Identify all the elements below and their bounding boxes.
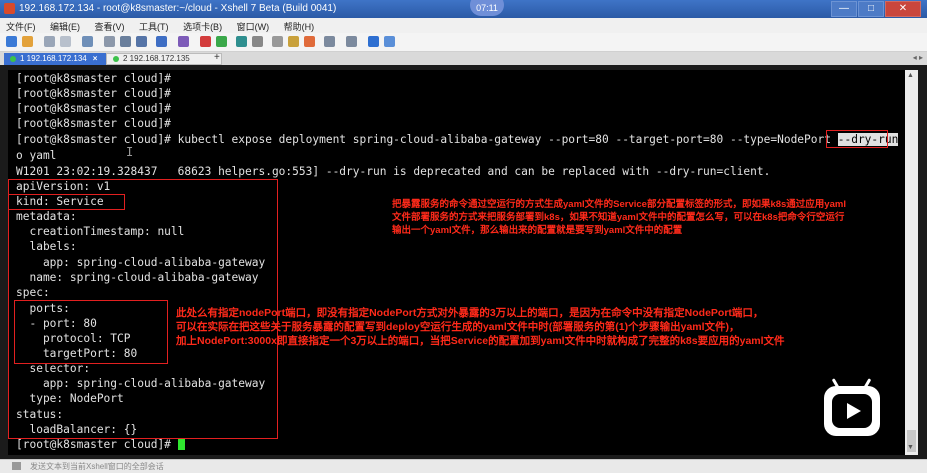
annotation-line: 加上NodePort:3000x即直接指定一个3万以上的端口，当把Service… (176, 335, 785, 347)
tab-label: 1 192.168.172.134 (20, 54, 87, 63)
terminal-line: [root@k8smaster cloud]# (16, 117, 171, 130)
terminal-command-line: [root@k8smaster cloud]# kubectl expose d… (16, 133, 905, 147)
globe-icon[interactable] (156, 36, 167, 47)
tab-session-1[interactable]: 1 192.168.172.134 × (4, 53, 112, 65)
tile-icon[interactable] (346, 36, 357, 47)
window-controls: — □ ✕ (830, 1, 921, 17)
terminal-cursor (177, 438, 185, 450)
tab-label: 2 192.168.172.135 (123, 54, 190, 63)
disconnect-icon[interactable] (60, 36, 71, 47)
compose-icon[interactable] (304, 36, 315, 47)
annotation-middle: 此处么有指定nodePort端口，即没有指定NodePort方式对外暴露的3万以… (176, 306, 785, 348)
add-tab-button[interactable]: + (214, 53, 224, 63)
open-folder-icon[interactable] (22, 36, 33, 47)
scroll-up-icon[interactable]: ▲ (907, 72, 914, 79)
connected-dot-icon (10, 55, 16, 62)
close-button[interactable]: ✕ (885, 1, 921, 17)
menu-tools[interactable]: 工具(T) (133, 18, 175, 33)
script-icon[interactable] (288, 36, 299, 47)
menu-window[interactable]: 窗口(W) (231, 18, 276, 33)
annotation-line: 文件部署服务的方式来把服务部署到k8s，如果不知道yaml文件中的配置怎么写，可… (392, 212, 845, 223)
session-tab-bar: 1 192.168.172.134 × 2 192.168.172.135 + ◂… (0, 52, 927, 65)
send-to-all-sessions-hint[interactable]: 发送文本到当前Xshell窗口的全部会话 (30, 461, 164, 472)
command-text: [root@k8smaster cloud]# kubectl expose d… (16, 133, 838, 146)
color-scheme-icon[interactable] (178, 36, 189, 47)
window-title: 192.168.172.134 - root@k8smaster:~/cloud… (19, 3, 337, 14)
status-bar: 发送文本到当前Xshell窗口的全部会话 (0, 459, 927, 473)
annotation-line: 此处么有指定nodePort端口，即没有指定NodePort方式对外暴露的3万以… (176, 307, 764, 319)
terminal-pane[interactable]: [root@k8smaster cloud]# [root@k8smaster … (8, 70, 905, 455)
maximize-button[interactable]: □ (858, 1, 884, 17)
xmanager-icon[interactable] (216, 36, 227, 47)
menu-help[interactable]: 帮助(H) (278, 18, 321, 33)
prompt-text: [root@k8smaster cloud]# (16, 438, 171, 451)
play-triangle-icon (847, 403, 861, 419)
annotation-top-right: 把暴露服务的命令通过空运行的方式生成yaml文件的Service部分配置标签的形… (392, 198, 846, 237)
toolbar (0, 33, 927, 52)
terminal-scrollbar[interactable]: ▲ ▼ (905, 70, 918, 455)
window-title-bar[interactable]: 192.168.172.134 - root@k8smaster:~/cloud… (0, 0, 927, 18)
video-play-logo-icon (824, 386, 880, 436)
terminal-line: [root@k8smaster cloud]# (16, 87, 171, 100)
annotation-line: 把暴露服务的命令通过空运行的方式生成yaml文件的Service部分配置标签的形… (392, 199, 846, 210)
menu-file[interactable]: 文件(F) (0, 18, 42, 33)
help-icon[interactable] (368, 36, 379, 47)
recording-timer-badge: 07:11 (470, 0, 504, 16)
annotation-line: 可以在实际在把这些关于服务暴露的配置写到deploy空运行生成的yaml文件中时… (176, 321, 740, 333)
xftp-icon[interactable] (200, 36, 211, 47)
fullscreen-icon[interactable] (236, 36, 247, 47)
terminal-prompt-line: [root@k8smaster cloud]# (16, 438, 185, 452)
tab-session-2[interactable]: 2 192.168.172.135 (106, 53, 222, 65)
minimize-button[interactable]: — (831, 1, 857, 17)
tab-scroll-arrows[interactable]: ◂ ▸ (913, 53, 923, 62)
highlight-box-dry-run (826, 130, 888, 148)
scroll-down-icon[interactable]: ▼ (907, 444, 914, 451)
reconnect-icon[interactable] (44, 36, 55, 47)
chat-icon[interactable] (384, 36, 395, 47)
annotation-line: 输出一个yaml文件，那么输出来的配置就是要写到yaml文件中的配置 (392, 225, 683, 236)
compose-bar-icon[interactable] (12, 462, 21, 470)
connected-dot-icon (113, 55, 119, 62)
terminal-line: o yaml (16, 149, 57, 162)
terminal-line: [root@k8smaster cloud]# (16, 72, 171, 85)
menu-bar: 文件(F) 编辑(E) 查看(V) 工具(T) 选项卡(B) 窗口(W) 帮助(… (0, 18, 927, 33)
paste-icon[interactable] (136, 36, 147, 47)
menu-tabs[interactable]: 选项卡(B) (177, 18, 228, 33)
highlight-box-ports (14, 300, 168, 364)
search-icon[interactable] (104, 36, 115, 47)
menu-edit[interactable]: 编辑(E) (44, 18, 86, 33)
properties-icon[interactable] (82, 36, 93, 47)
terminal-line: [root@k8smaster cloud]# (16, 102, 171, 115)
copy-icon[interactable] (120, 36, 131, 47)
menu-view[interactable]: 查看(V) (89, 18, 131, 33)
lock-icon[interactable] (252, 36, 263, 47)
mouse-ibeam-icon: I (126, 145, 134, 159)
terminal-warning-line: W1201 23:02:19.328437 68623 helpers.go:5… (16, 165, 771, 178)
new-session-icon[interactable] (6, 36, 17, 47)
tab-close-icon[interactable]: × (93, 54, 98, 63)
command-wrap: - (898, 133, 905, 146)
keyboard-icon[interactable] (272, 36, 283, 47)
xshell-app-icon (4, 3, 15, 14)
layout-icon[interactable] (324, 36, 335, 47)
highlight-box-kind-service (8, 194, 125, 210)
play-logo-screen (832, 394, 872, 428)
